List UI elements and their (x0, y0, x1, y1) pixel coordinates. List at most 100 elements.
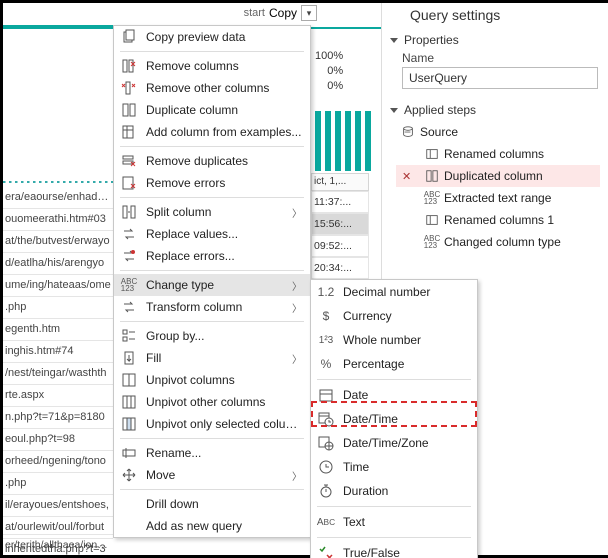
applied-step-renamed-columns[interactable]: Renamed columns (396, 143, 600, 165)
cell[interactable]: orheed/ngening/tono (3, 451, 113, 473)
cell[interactable]: ume/ing/hateaas/ome (3, 275, 113, 297)
cell[interactable]: ouomeerathi.htm#03 (3, 209, 113, 231)
cell[interactable]: era/eaourse/enhades, (3, 187, 113, 209)
replace-errors-icon (120, 247, 138, 265)
rename-columns-icon (424, 146, 440, 162)
cell[interactable]: 09:52:... (311, 235, 369, 257)
menu-remove-duplicates[interactable]: Remove duplicates (114, 150, 310, 172)
duplicate-column-icon (120, 101, 138, 119)
value-distribution: 100% 0% 0% (315, 49, 343, 94)
transform-column-icon (120, 298, 138, 316)
copy-dropdown[interactable]: ▾ (301, 5, 317, 21)
properties-label: Properties (404, 33, 459, 47)
type-percentage[interactable]: % Percentage (311, 352, 477, 376)
step-label: Duplicated column (444, 169, 543, 183)
remove-errors-icon (120, 174, 138, 192)
date-time-icon (317, 410, 335, 428)
menu-add-column-from-examples[interactable]: Add column from examples... (114, 121, 310, 143)
submenu-arrow-icon: 〉 (292, 278, 302, 293)
menu-replace-errors[interactable]: Replace errors... (114, 245, 310, 267)
cell[interactable]: inghis.htm#74 (3, 341, 113, 363)
percentage-icon: % (317, 355, 335, 373)
date-icon (317, 386, 335, 404)
menu-split-column[interactable]: Split column 〉 (114, 201, 310, 223)
type-date[interactable]: Date (311, 383, 477, 407)
type-true-false[interactable]: True/False (311, 541, 477, 558)
menu-group-by[interactable]: Group by... (114, 325, 310, 347)
step-label: Changed column type (444, 235, 561, 249)
step-label: Source (420, 125, 458, 139)
menu-unpivot-other-columns[interactable]: Unpivot other columns (114, 391, 310, 413)
unpivot-columns-icon (120, 371, 138, 389)
split-column-icon (120, 203, 138, 221)
menu-fill[interactable]: Fill 〉 (114, 347, 310, 369)
type-time[interactable]: Time (311, 455, 477, 479)
type-date-time[interactable]: Date/Time (311, 407, 477, 431)
type-whole-number[interactable]: 1²3 Whole number (311, 328, 477, 352)
cell[interactable]: eoul.php?t=98 (3, 429, 113, 451)
menu-replace-values[interactable]: Replace values... (114, 223, 310, 245)
decimal-number-icon: 1.2 (317, 283, 335, 301)
type-currency[interactable]: $ Currency (311, 304, 477, 328)
submenu-arrow-icon: 〉 (292, 205, 302, 220)
cell[interactable]: n.php?t=71&p=8180 (3, 407, 113, 429)
cell[interactable]: /nest/teingar/wasthth (3, 363, 113, 385)
step-label: Renamed columns 1 (444, 213, 554, 227)
whole-number-icon: 1²3 (317, 331, 335, 349)
caret-down-icon (390, 108, 398, 113)
group-by-icon (120, 327, 138, 345)
menu-move[interactable]: Move 〉 (114, 464, 310, 486)
cell[interactable]: egenth.htm (3, 319, 113, 341)
column-header-highlight (3, 25, 113, 29)
menu-change-type[interactable]: ABC123 Change type 〉 (114, 274, 310, 296)
cell[interactable]: 11:37:... (311, 191, 369, 213)
menu-transform-column[interactable]: Transform column 〉 (114, 296, 310, 318)
menu-remove-errors[interactable]: Remove errors (114, 172, 310, 194)
cell[interactable]: .php (3, 297, 113, 319)
submenu-arrow-icon: 〉 (292, 468, 302, 483)
menu-rename[interactable]: Rename... (114, 442, 310, 464)
cell[interactable]: 15:56:... (311, 213, 369, 235)
cell[interactable]: rte.aspx (3, 385, 113, 407)
menu-unpivot-columns[interactable]: Unpivot columns (114, 369, 310, 391)
column-header-cell[interactable]: ict, 1,... (311, 173, 369, 191)
applied-steps-section-header[interactable]: Applied steps (390, 99, 600, 119)
applied-step-duplicated-column[interactable]: ✕ Duplicated column (396, 165, 600, 187)
text-icon: ABC (317, 513, 335, 531)
type-text[interactable]: ABC Text (311, 510, 477, 534)
duration-icon (317, 482, 335, 500)
cell[interactable]: .php (3, 473, 113, 495)
query-name-input[interactable] (402, 67, 598, 89)
menu-add-as-new-query[interactable]: Add as new query (114, 515, 310, 537)
cell[interactable]: d/eatlha/his/arengyo (3, 253, 113, 275)
step-label: Extracted text range (444, 191, 551, 205)
applied-step-renamed-columns-1[interactable]: Renamed columns 1 (396, 209, 600, 231)
cell[interactable]: 20:34:... (311, 257, 369, 279)
submenu-arrow-icon: 〉 (292, 300, 302, 315)
menu-remove-columns[interactable]: Remove columns (114, 55, 310, 77)
applied-step-source[interactable]: − Source (396, 121, 600, 143)
column-profile-bars (315, 105, 371, 171)
change-type-submenu: 1.2 Decimal number $ Currency 1²3 Whole … (310, 279, 478, 558)
caret-down-icon (390, 38, 398, 43)
cell[interactable]: at/the/butvest/erwayo (3, 231, 113, 253)
type-duration[interactable]: Duration (311, 479, 477, 503)
type-decimal-number[interactable]: 1.2 Decimal number (311, 280, 477, 304)
menu-remove-other-columns[interactable]: Remove other columns (114, 77, 310, 99)
panel-title: Query settings (390, 3, 600, 29)
properties-section-header[interactable]: Properties (390, 29, 600, 49)
menu-unpivot-selected-columns[interactable]: Unpivot only selected columns (114, 413, 310, 435)
applied-step-extracted-text-range[interactable]: ABC123 Extracted text range (396, 187, 600, 209)
rename-icon (120, 444, 138, 462)
cell[interactable]: er/terith/allthaea/ionyouareWa 1993-03-0… (3, 534, 113, 555)
date-time-zone-icon (317, 434, 335, 452)
menu-copy-preview-data[interactable]: Copy preview data (114, 26, 310, 48)
copy-button-label[interactable]: Copy (269, 6, 297, 20)
cell[interactable]: il/erayoues/entshoes, (3, 495, 113, 517)
type-date-time-zone[interactable]: Date/Time/Zone (311, 431, 477, 455)
delete-step-icon[interactable]: ✕ (402, 170, 411, 183)
menu-duplicate-column[interactable]: Duplicate column (114, 99, 310, 121)
add-column-examples-icon (120, 123, 138, 141)
applied-step-changed-column-type[interactable]: ABC123 Changed column type (396, 231, 600, 253)
menu-drill-down[interactable]: Drill down (114, 493, 310, 515)
